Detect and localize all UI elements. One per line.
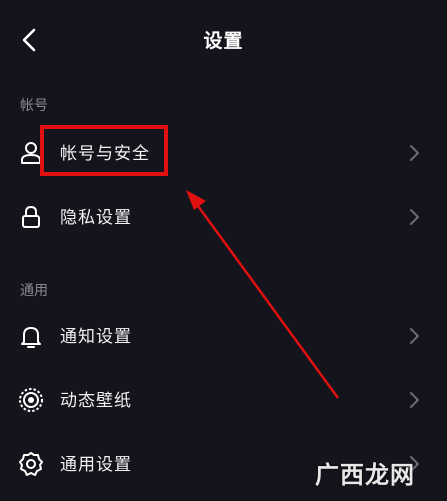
settings-item-label: 通用设置 xyxy=(60,455,132,475)
chevron-right-icon xyxy=(410,145,419,161)
annotation-highlight-box xyxy=(40,125,168,176)
settings-item-label: 动态壁纸 xyxy=(60,391,132,411)
chevron-right-icon xyxy=(410,392,419,408)
lock-icon xyxy=(22,205,40,228)
chevron-right-icon xyxy=(410,209,419,225)
section-label-general: 通用 xyxy=(20,283,48,299)
gear-icon xyxy=(19,452,43,476)
page-title: 设置 xyxy=(203,30,244,52)
section-label-account: 帐号 xyxy=(20,98,48,114)
settings-item-label: 通知设置 xyxy=(60,327,132,347)
live-wallpaper-icon xyxy=(19,388,43,412)
top-bar: 设置 xyxy=(0,0,447,80)
bell-icon xyxy=(21,327,41,348)
settings-item-notifications[interactable]: 通知设置 xyxy=(0,305,447,365)
settings-item-label: 隐私设置 xyxy=(60,208,132,228)
watermark-logo: 广西龙网 xyxy=(315,461,415,489)
chevron-right-icon xyxy=(410,328,419,344)
settings-item-live-wallpaper[interactable]: 动态壁纸 xyxy=(0,369,447,429)
settings-item-privacy[interactable]: 隐私设置 xyxy=(0,186,447,246)
